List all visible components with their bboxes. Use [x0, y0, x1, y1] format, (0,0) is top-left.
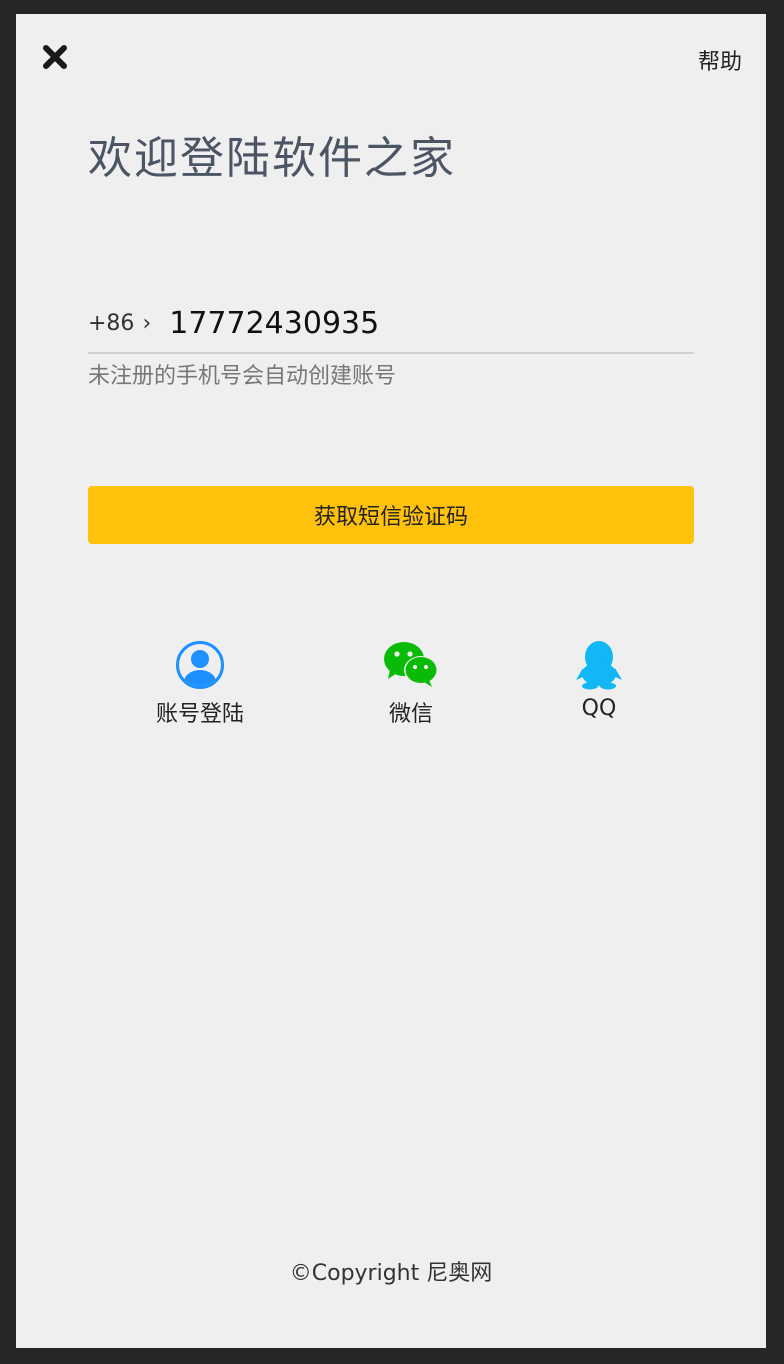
- account-login-label: 账号登陆: [156, 702, 245, 727]
- user-account-icon: [176, 641, 224, 689]
- qq-penguin-icon: [576, 641, 622, 690]
- copyright-footer: ©Copyright 尼奥网: [289, 1261, 493, 1286]
- wechat-login-option[interactable]: 微信: [382, 640, 440, 728]
- phone-hint: 未注册的手机号会自动创建账号: [88, 364, 397, 389]
- login-screen: 帮助 欢迎登陆软件之家 +86 › 未注册的手机号会自动创建账号 获取短信验证码…: [16, 14, 766, 1348]
- country-code-label: +86: [88, 310, 135, 336]
- page-title: 欢迎登陆软件之家: [88, 133, 456, 184]
- help-link[interactable]: 帮助: [698, 44, 742, 76]
- wechat-login-label: 微信: [388, 702, 433, 727]
- qq-login-option[interactable]: QQ: [574, 640, 624, 721]
- qq-login-label: QQ: [581, 696, 617, 721]
- phone-row: +86 ›: [88, 294, 694, 354]
- country-code-selector[interactable]: +86 ›: [88, 311, 151, 336]
- close-button[interactable]: [40, 42, 70, 72]
- account-login-option[interactable]: 账号登陆: [156, 640, 244, 728]
- chevron-right-icon: ›: [142, 310, 152, 336]
- close-icon: [43, 45, 67, 69]
- phone-number-input[interactable]: [169, 305, 650, 341]
- wechat-icon: [384, 642, 438, 687]
- get-sms-code-button[interactable]: 获取短信验证码: [88, 486, 694, 544]
